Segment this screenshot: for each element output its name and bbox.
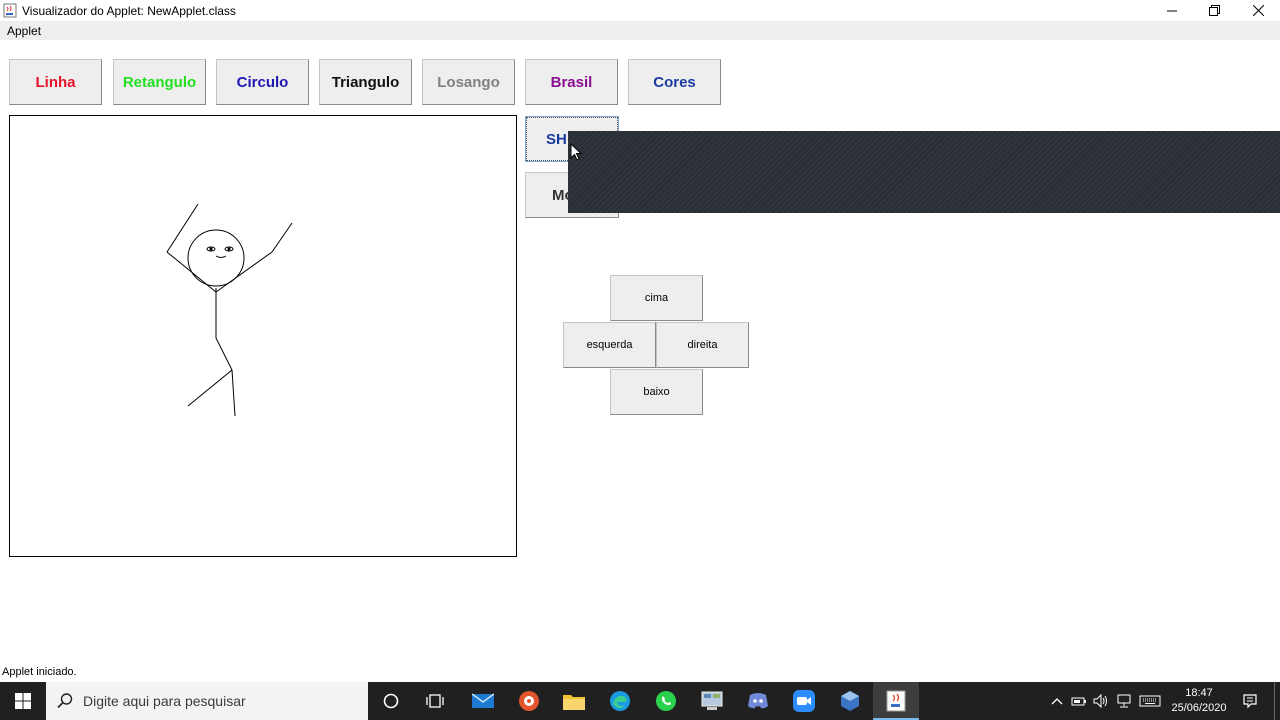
taskbar-search[interactable]: Digite aqui para pesquisar [46,682,368,720]
control-panel-icon[interactable] [689,682,735,720]
clock-time: 18:47 [1185,687,1213,699]
network-icon[interactable] [1115,692,1133,710]
retangulo-button[interactable]: Retangulo [113,59,206,105]
task-view-icon[interactable] [412,682,458,720]
edge-icon[interactable] [597,682,643,720]
stick-figure [166,203,293,417]
status-text: Applet iniciado. [2,666,77,678]
search-placeholder: Digite aqui para pesquisar [83,693,246,709]
cima-button[interactable]: cima [610,275,703,321]
clock-date: 25/06/2020 [1171,702,1227,714]
start-button[interactable] [0,682,46,720]
discord-icon[interactable] [735,682,781,720]
window-title: Visualizador do Applet: NewApplet.class [22,4,236,18]
java-icon[interactable] [873,682,919,720]
keyboard-icon[interactable] [1139,692,1161,710]
restore-button[interactable] [1192,0,1236,21]
battery-icon[interactable] [1070,692,1088,710]
applet-viewer-window: Visualizador do Applet: NewApplet.class … [0,0,1280,720]
notifications-icon[interactable] [1241,692,1259,710]
file-explorer-icon[interactable] [551,682,597,720]
cores-button[interactable]: Cores [628,59,721,105]
close-button[interactable] [1236,0,1280,21]
search-icon [56,692,74,715]
virtualbox-icon[interactable] [827,682,873,720]
windows-logo-icon [15,693,31,709]
zoom-icon[interactable] [781,682,827,720]
title-bar: Visualizador do Applet: NewApplet.class [0,0,1280,21]
losango-button[interactable]: Losango [422,59,515,105]
menu-bar: Applet [0,21,1280,40]
java-coffee-icon [3,3,17,18]
whatsapp-icon[interactable] [643,682,689,720]
minimize-button[interactable] [1150,0,1194,21]
overlay-banner [568,131,1280,213]
menu-applet[interactable]: Applet [7,24,41,38]
circulo-button[interactable]: Circulo [216,59,309,105]
triangulo-button[interactable]: Triangulo [319,59,412,105]
volume-icon[interactable] [1092,692,1110,710]
cortana-icon[interactable] [368,682,414,720]
baixo-button[interactable]: baixo [610,369,703,415]
linha-button[interactable]: Linha [9,59,102,105]
show-desktop-button[interactable] [1274,682,1280,720]
mouse-cursor-icon [570,142,583,167]
taskbar: Digite aqui para pesquisar 18:47 25/06/2… [0,682,1280,720]
status-bar: Applet iniciado. [0,662,1280,682]
taskbar-clock[interactable]: 18:47 25/06/2020 [1166,686,1232,716]
direita-button[interactable]: direita [656,322,749,368]
mail-icon[interactable] [460,682,506,720]
media-player-icon[interactable] [506,682,552,720]
brasil-button[interactable]: Brasil [525,59,618,105]
drawing-canvas[interactable] [9,115,517,557]
esquerda-button[interactable]: esquerda [563,322,656,368]
chevron-up-icon[interactable] [1048,692,1066,710]
